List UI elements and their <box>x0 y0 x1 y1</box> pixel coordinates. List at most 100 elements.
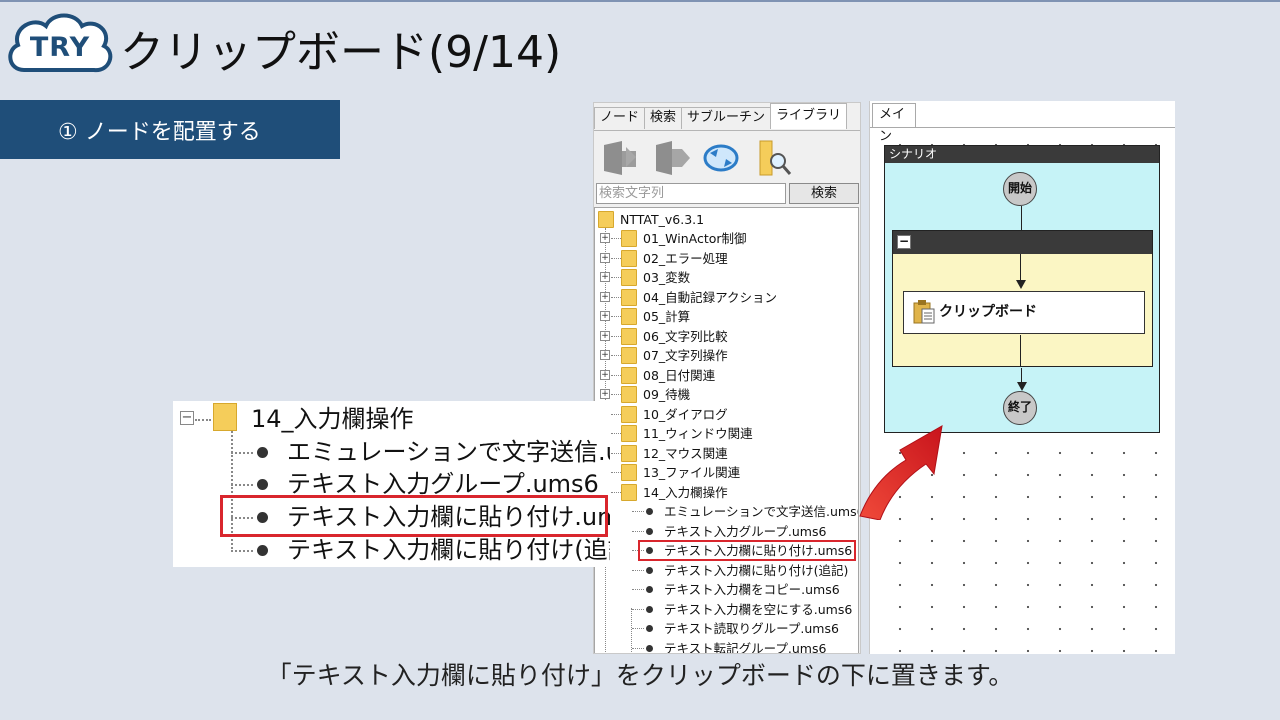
library-panel: ノード 検索 サブルーチン ライブラリ 検索文字列 検索 NTTAT_v6.3.… <box>593 102 861 654</box>
expand-icon[interactable]: + <box>600 233 610 243</box>
expand-icon[interactable]: + <box>600 311 610 321</box>
tree-connector <box>611 335 621 337</box>
tree-connector <box>611 355 621 356</box>
zoom-folder-row[interactable]: − 14_入力欄操作 <box>173 402 610 436</box>
bullet-icon <box>257 479 268 490</box>
folder-icon <box>213 403 237 431</box>
expand-icon[interactable]: + <box>600 369 610 380</box>
tree-folder[interactable]: +12_マウス関連 <box>595 444 858 463</box>
tree-folder[interactable]: +09_待機 <box>595 385 858 404</box>
expand-icon[interactable]: + <box>600 350 610 360</box>
tree-folder-label: 13_ファイル関連 <box>643 465 741 480</box>
bullet-icon <box>646 527 653 535</box>
tree-folder[interactable]: +04_自動記録アクション <box>595 288 858 307</box>
expand-icon[interactable]: + <box>600 291 610 302</box>
tree-folder-label: 06_文字列比較 <box>643 328 728 344</box>
flow-connector <box>1021 206 1022 230</box>
tab-library[interactable]: ライブラリ <box>770 103 848 129</box>
folder-search-icon[interactable] <box>752 137 794 179</box>
folder-icon <box>621 386 637 403</box>
tree-connector <box>611 394 621 395</box>
tree-connector <box>632 628 644 629</box>
search-input[interactable]: 検索文字列 <box>596 183 786 204</box>
tree-leaf-label: エミュレーションで文字送信.ums6 <box>664 504 859 519</box>
tree-folder[interactable]: +13_ファイル関連 <box>595 463 858 482</box>
tree-leaf[interactable]: テキスト転記グループ.ums6 <box>595 639 858 654</box>
tree-root[interactable]: NTTAT_v6.3.1 <box>595 210 858 229</box>
tree-folder[interactable]: +10_ダイアログ <box>595 405 858 424</box>
tree-leaf[interactable]: テキスト読取りグループ.ums6 <box>595 619 858 638</box>
try-label: TRY <box>29 32 91 63</box>
tree-folder[interactable]: +08_日付関連 <box>595 366 858 385</box>
tree-connector <box>611 296 621 298</box>
tree-leaf[interactable]: テキスト入力欄をコピー.ums6 <box>595 580 858 599</box>
folder-icon <box>621 405 637 423</box>
tree-connector <box>632 511 644 512</box>
zoom-item-row[interactable]: エミュレーションで文字送信.ums6 <box>173 435 610 469</box>
expand-icon[interactable]: + <box>600 272 610 282</box>
expand-icon[interactable]: + <box>600 389 610 399</box>
tree-folder[interactable]: +01_WinActor制御 <box>595 229 858 248</box>
caption: 「テキスト入力欄に貼り付け」をクリップボードの下に置きます。 <box>266 661 1014 690</box>
arrow-down-icon <box>1017 382 1027 391</box>
tab-subroutine[interactable]: サブルーチン <box>681 107 772 129</box>
collapse-icon[interactable]: − <box>180 411 194 425</box>
tree-folder[interactable]: +05_計算 <box>595 307 858 326</box>
tree-connector <box>611 472 621 473</box>
folder-icon <box>621 464 637 481</box>
export-icon[interactable] <box>650 137 692 179</box>
tree-leaf[interactable]: テキスト入力欄に貼り付け(追記) <box>595 561 858 580</box>
flow-editor: メイン シナリオ 開始 − クリップボード <box>869 101 1175 654</box>
tree-connector <box>611 433 621 434</box>
tree-folder[interactable]: +11_ウィンドウ関連 <box>595 424 858 443</box>
zoom-item-row[interactable]: テキスト入力欄に貼り付け(追記) <box>173 533 610 567</box>
tree-connector <box>632 589 644 590</box>
tab-node[interactable]: ノード <box>594 107 646 129</box>
tree-connector <box>611 257 621 259</box>
tree-leaf[interactable]: テキスト入力グループ.ums6 <box>595 522 858 541</box>
folder-icon <box>621 425 637 442</box>
tab-main[interactable]: メイン <box>872 103 916 144</box>
arrow-down-icon <box>1016 280 1026 289</box>
expand-icon[interactable]: + <box>600 252 610 263</box>
tree-folder-label: 04_自動記録アクション <box>643 289 778 305</box>
refresh-icon[interactable] <box>700 137 742 179</box>
tree-folder-label: 03_変数 <box>643 270 691 285</box>
tree-connector <box>611 238 621 239</box>
tree-connector <box>611 277 621 278</box>
tab-search[interactable]: 検索 <box>644 107 683 129</box>
collapse-button[interactable]: − <box>897 235 911 249</box>
clipboard-node-label: クリップボード <box>939 304 1037 320</box>
tree-folder-label: 02_エラー処理 <box>643 250 728 266</box>
tree-leaf-label: テキスト読取りグループ.ums6 <box>664 621 839 636</box>
bullet-icon <box>646 644 653 652</box>
library-toolbar <box>594 130 860 182</box>
flow-connector <box>1020 335 1021 367</box>
bullet-icon <box>646 625 653 632</box>
tree-leaf-label: テキスト転記グループ.ums6 <box>664 640 827 654</box>
tree-folder[interactable]: −14_入力欄操作 <box>595 483 858 502</box>
tree-folder[interactable]: +03_変数 <box>595 268 858 287</box>
tree-folder-label: 11_ウィンドウ関連 <box>643 426 753 441</box>
clipboard-node[interactable]: クリップボード <box>903 291 1145 334</box>
import-icon[interactable] <box>598 137 640 179</box>
step-label: ① ノードを配置する <box>58 119 261 145</box>
expand-icon[interactable]: + <box>600 330 610 341</box>
search-button[interactable]: 検索 <box>789 183 859 204</box>
end-node[interactable]: 終了 <box>1003 391 1037 425</box>
zoom-item-label: テキスト入力欄に貼り付け(追記) <box>287 536 610 564</box>
tree-leaf[interactable]: エミュレーションで文字送信.ums6 <box>595 502 859 521</box>
start-node[interactable]: 開始 <box>1003 172 1037 206</box>
zoom-item-label: エミュレーションで文字送信.ums6 <box>287 438 610 466</box>
folder-icon <box>621 230 637 247</box>
tree-folder[interactable]: +07_文字列操作 <box>595 346 858 365</box>
scenario-container[interactable]: シナリオ 開始 − クリップボード 終了 <box>884 145 1160 433</box>
group-node[interactable]: − クリップボード <box>892 230 1153 367</box>
bullet-icon <box>646 586 653 593</box>
tree-connector <box>611 374 621 376</box>
tree-folder-label: 10_ダイアログ <box>643 406 728 422</box>
tree-leaf[interactable]: テキスト入力欄を空にする.ums6 <box>595 600 858 619</box>
flow-canvas[interactable]: シナリオ 開始 − クリップボード 終了 <box>870 127 1175 654</box>
tree-folder[interactable]: +06_文字列比較 <box>595 327 858 346</box>
tree-folder[interactable]: +02_エラー処理 <box>595 249 858 268</box>
